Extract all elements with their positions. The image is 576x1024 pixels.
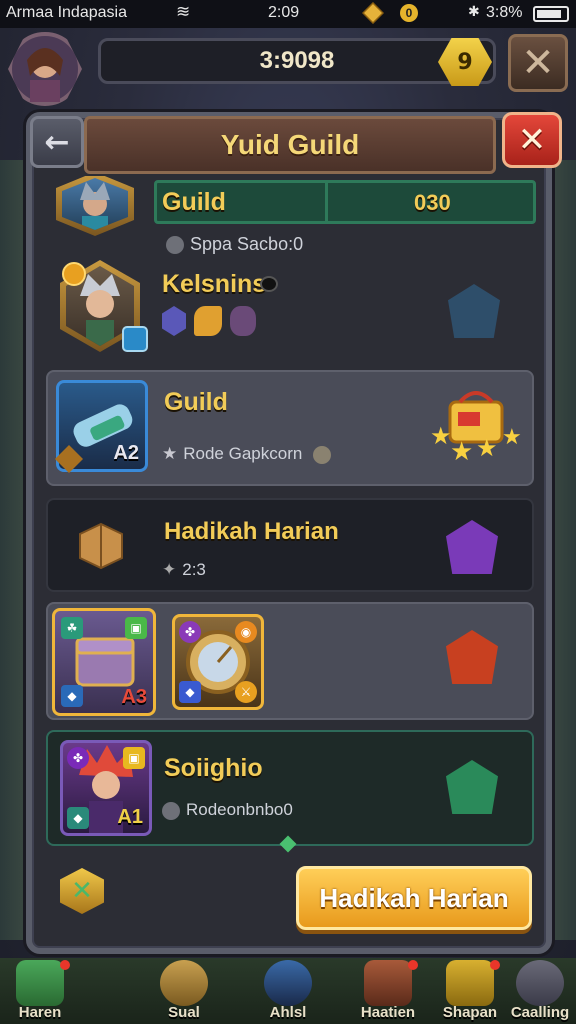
player-portrait-icon	[27, 48, 63, 102]
star-icon: ★	[162, 444, 178, 463]
guild-emblem-icon	[446, 630, 498, 684]
panel-title-bar: Yuid Guild	[84, 116, 496, 174]
class-icon: ◆	[179, 681, 201, 703]
list-item[interactable]: ✤ ▣ ◆ A1 Soiighio Rodeonbnbo0	[46, 730, 534, 846]
nav-item-shapan[interactable]: Shapan	[438, 958, 502, 1024]
rank-icon	[62, 262, 86, 286]
class-icon	[122, 326, 148, 352]
card-number: A3	[121, 686, 147, 708]
wolf-icon	[516, 960, 564, 1006]
nav-label: Sual	[168, 1004, 200, 1021]
nav-label: Caalling	[510, 1004, 570, 1021]
rank-icon: ▣	[125, 617, 147, 639]
rank-icon: ▣	[123, 747, 145, 769]
wifi-icon: ≋	[176, 2, 191, 21]
svg-text:★: ★	[476, 434, 498, 462]
class-icon: ◆	[67, 807, 89, 829]
carrier-name: Armaa Indapasia	[6, 4, 127, 21]
notification-dot	[490, 960, 500, 970]
card-number: A1	[117, 806, 143, 828]
row-subtitle: Rodeonbnbo0	[162, 800, 293, 820]
coin-icon: 0	[400, 4, 418, 22]
nav-label: Shapan	[442, 1004, 498, 1021]
hero-portrait-icon	[80, 182, 110, 230]
cube-icon	[162, 306, 186, 336]
row-name: Hadikah Harian	[164, 518, 339, 545]
item-card[interactable]: ✤ ◉ ◆ ⚔	[172, 614, 264, 710]
rank-icon: ◉	[235, 621, 257, 643]
player-avatar[interactable]	[8, 32, 82, 106]
card-number: A2	[113, 442, 139, 464]
row-value: 030	[414, 190, 451, 215]
nav-item-ahlsl[interactable]: Ahlsl	[256, 958, 320, 1024]
back-button[interactable]: ←	[30, 116, 84, 168]
panel-title: Yuid Guild	[220, 129, 360, 160]
sword-icon: ⚔	[235, 681, 257, 703]
row-name: Kelsnins	[162, 270, 267, 298]
list-item[interactable]: Kelsnins	[46, 260, 534, 360]
guild-emblem-icon	[446, 520, 498, 574]
row-subtitle: ★ Rode Gapkcorn	[162, 444, 337, 464]
svg-text:★: ★	[430, 422, 452, 450]
battery-percent: 3:8%	[486, 4, 523, 21]
bottom-nav: Haren Sual Ahlsl Haatien Shapan Caalling	[0, 958, 576, 1024]
serpent-icon	[194, 306, 222, 336]
notification-dot	[408, 960, 418, 970]
reward-chest-icon[interactable]: ★ ★ ★ ★	[420, 384, 526, 470]
currency-counter: 3:9098	[98, 38, 496, 84]
close-button[interactable]: ✕	[502, 112, 562, 168]
eye-icon[interactable]	[260, 276, 278, 292]
hud-close-button[interactable]: ✕	[508, 34, 568, 92]
row-name: Guild	[162, 188, 226, 216]
nav-label: Ahlsl	[269, 1004, 307, 1021]
scroll-icon	[160, 960, 208, 1006]
coin-icon	[313, 445, 332, 464]
divider	[325, 183, 328, 221]
nav-item-haren[interactable]: Haren	[8, 958, 72, 1024]
notification-dot	[60, 960, 70, 970]
class-icon: ◆	[61, 685, 83, 707]
crate-icon	[79, 522, 123, 570]
chest-icon	[364, 960, 412, 1006]
row-subtitle: ✦ 2:3	[162, 560, 206, 579]
row-name: Guild	[164, 388, 228, 416]
nav-item-sual[interactable]: Sual	[152, 958, 216, 1024]
item-card[interactable]: ☘ ▣ ◆ A3	[52, 608, 156, 716]
member-avatar	[56, 176, 134, 236]
status-bar: Armaa Indapasia ≋ 2:09 0 ✱ 3:8%	[0, 0, 576, 28]
nav-item-caalling[interactable]: Caalling	[508, 958, 572, 1024]
arrow-icon	[264, 960, 312, 1006]
battery-icon	[533, 6, 569, 22]
element-icon: ✤	[67, 747, 89, 769]
cart-icon	[446, 960, 494, 1006]
svg-text:★: ★	[450, 437, 473, 467]
background-right	[548, 160, 576, 940]
gear-icon	[166, 236, 184, 255]
item-card[interactable]: ✤ ▣ ◆ A1	[60, 740, 152, 836]
nav-item-haatien[interactable]: Haatien	[356, 958, 420, 1024]
sword-icon: ✦	[162, 560, 177, 579]
row-name: Soiighio	[164, 754, 263, 782]
element-icon: ✤	[179, 621, 201, 643]
shield-icon	[230, 306, 256, 336]
row-subtitle: Sppa Sacbo:0	[166, 234, 303, 255]
list-item[interactable]: ☘ ▣ ◆ A3 ✤ ◉ ◆ ⚔	[46, 602, 534, 720]
gear-icon	[162, 801, 180, 820]
claim-button[interactable]: Hadikah Harian	[296, 866, 532, 930]
item-card[interactable]: A2	[55, 380, 148, 473]
list-item[interactable]: A2 Guild ★ Rode Gapkcorn ★ ★ ★ ★	[46, 370, 534, 486]
clock: 2:09	[268, 4, 300, 21]
guild-emblem-icon	[446, 760, 498, 814]
element-icon: ☘	[61, 617, 83, 639]
nav-label: Haren	[18, 1004, 62, 1021]
guild-list[interactable]: Guild 030 Sppa Sacbo:0 Kelsnins A2 Guild…	[40, 176, 540, 856]
list-item[interactable]: Hadikah Harian ✦ 2:3	[46, 498, 534, 592]
gem-icon	[362, 2, 384, 24]
nav-label: Haatien	[360, 1004, 416, 1021]
list-item[interactable]: Guild 030 Sppa Sacbo:0	[46, 176, 536, 258]
dragon-icon	[16, 960, 64, 1006]
bluetooth-icon: ✱	[468, 3, 480, 19]
svg-text:★: ★	[502, 425, 522, 450]
guild-emblem-icon	[448, 284, 500, 338]
